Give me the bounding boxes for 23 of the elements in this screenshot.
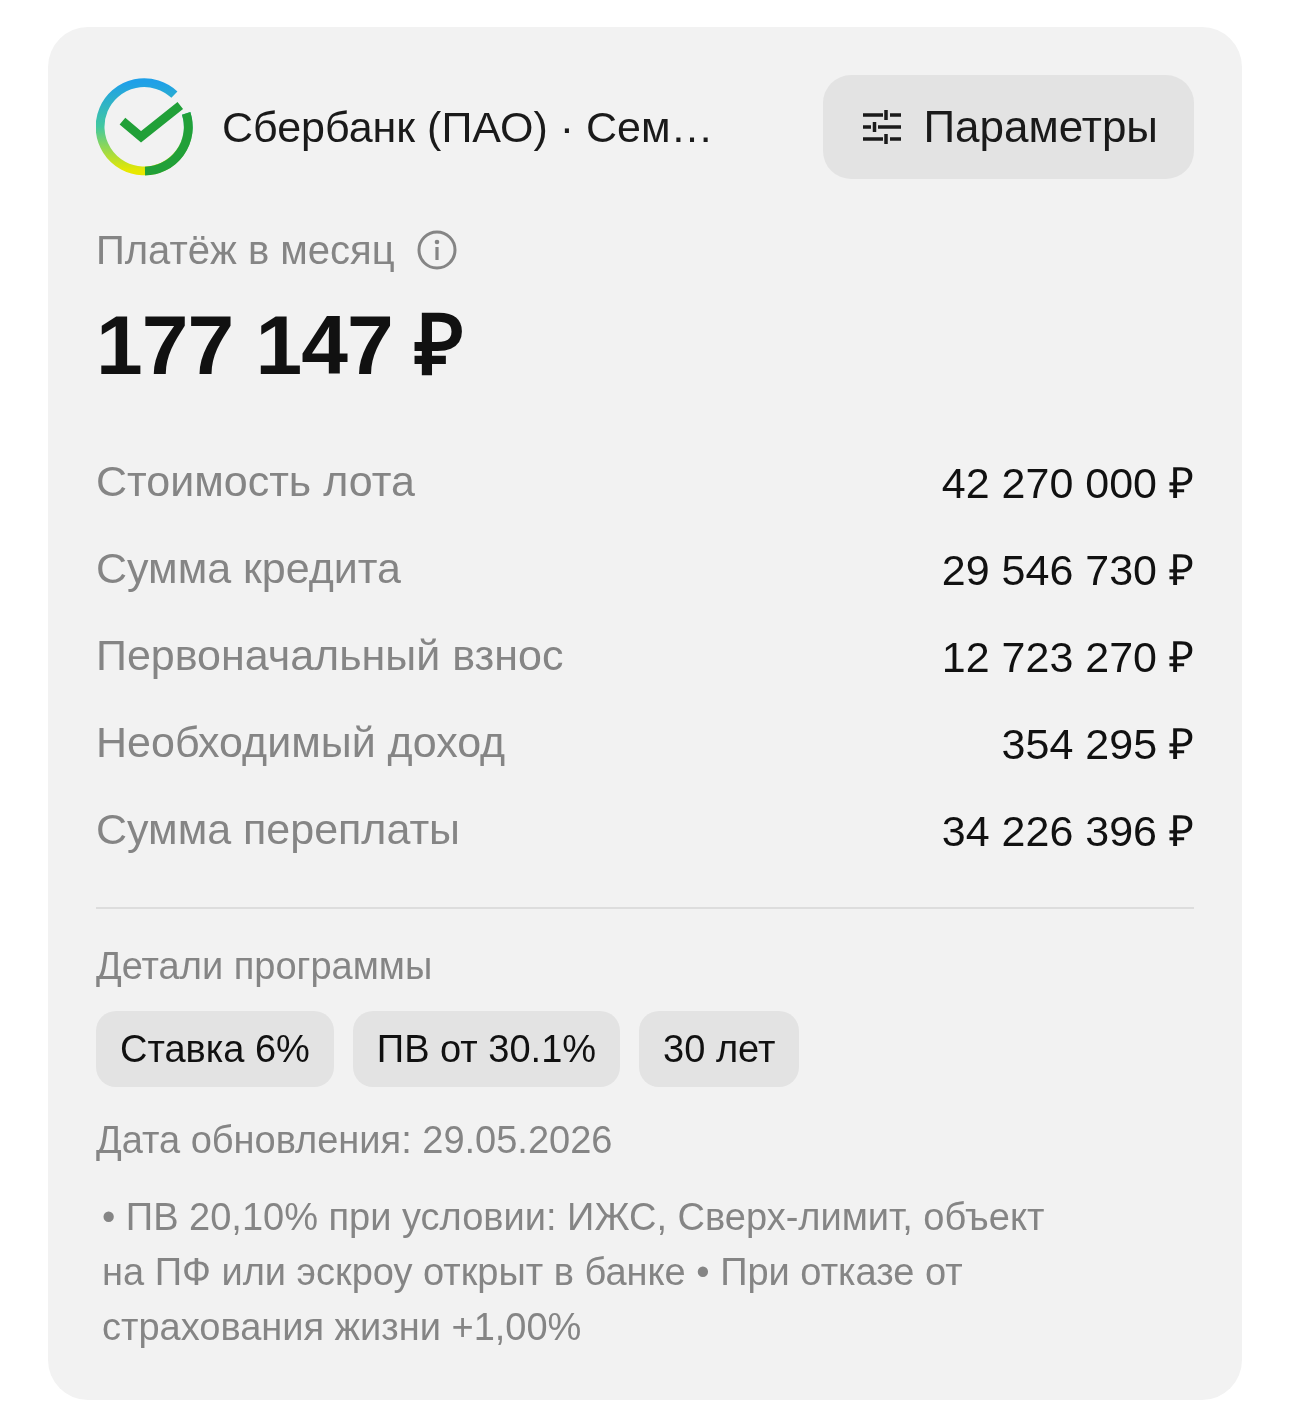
monthly-payment-amount: 177 147 ₽	[96, 297, 463, 393]
row-label: Сумма кредита	[96, 544, 401, 593]
row-value: 34 226 396 ₽	[941, 806, 1194, 857]
row-label: Стоимость лота	[96, 457, 415, 506]
parameters-button[interactable]: Параметры	[823, 75, 1194, 179]
section-title: Детали программы	[96, 944, 433, 989]
row-label: Первоначальный взнос	[96, 631, 564, 680]
row-value: 12 723 270 ₽	[941, 632, 1194, 683]
info-icon[interactable]	[416, 230, 457, 270]
payment-label: Платёж в месяц	[96, 227, 395, 274]
row-label: Сумма переплаты	[96, 805, 461, 854]
notes-text: • ПВ 20,10% при условии: ИЖС, Сверх-лимит, объект на ПФ или эскроу открыт в банке • При отказе от страхования жизни +1,00%	[101, 1195, 1046, 1350]
update-date-text: Дата обновления: 29.05.2026	[96, 1118, 613, 1163]
check-circle-icon	[96, 78, 194, 176]
row-value: 42 270 000 ₽	[941, 458, 1194, 509]
bank-title: Сбербанк (ПАО) · Сем…	[222, 102, 715, 152]
program-tag: Ставка 6%	[96, 1011, 334, 1087]
sliders-icon	[863, 110, 902, 144]
row-value: 29 546 730 ₽	[941, 545, 1194, 596]
program-tag: ПВ от 30.1%	[352, 1011, 621, 1087]
program-tag: 30 лет	[639, 1011, 800, 1087]
row-value: 354 295 ₽	[1001, 719, 1194, 770]
row-label: Необходимый доход	[96, 718, 506, 767]
